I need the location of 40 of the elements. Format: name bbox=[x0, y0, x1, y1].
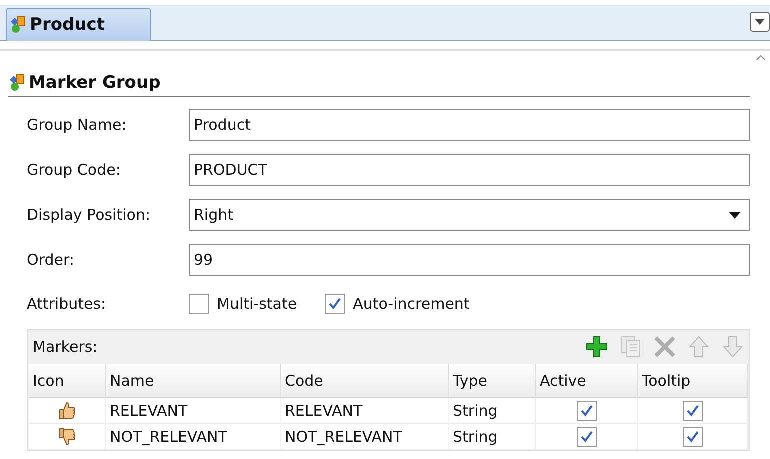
field-label: Attributes: bbox=[27, 295, 108, 313]
column-header[interactable]: Icon bbox=[29, 364, 106, 398]
field-label: Group Code: bbox=[27, 161, 122, 179]
caret-icon bbox=[755, 19, 765, 25]
checkbox[interactable] bbox=[325, 294, 346, 314]
checkbox-label: Auto-increment bbox=[353, 295, 470, 313]
checkbox[interactable] bbox=[682, 426, 702, 446]
input-field[interactable]: 99 bbox=[189, 244, 750, 276]
field-label: Group Name: bbox=[27, 116, 128, 134]
input-field[interactable]: PRODUCT bbox=[189, 154, 750, 186]
checkbox-label: Multi-state bbox=[217, 295, 298, 313]
column-header[interactable]: Type bbox=[449, 364, 536, 398]
thumbs-down-icon bbox=[57, 426, 77, 446]
dropdown-arrow-icon bbox=[729, 212, 741, 218]
checkbox[interactable] bbox=[576, 400, 596, 420]
view-menu-button[interactable] bbox=[750, 12, 770, 32]
table-cell: NOT_RELEVANT bbox=[106, 424, 281, 450]
field-label: Display Position: bbox=[27, 206, 152, 224]
thumbs-up-icon bbox=[57, 400, 77, 420]
dropdown-field[interactable]: Right bbox=[189, 199, 750, 231]
cubes-icon bbox=[9, 16, 27, 34]
table-cell: String bbox=[449, 398, 536, 424]
table-cell: String bbox=[449, 424, 536, 450]
column-header[interactable]: Active bbox=[536, 364, 638, 398]
column-header[interactable]: Code bbox=[281, 364, 449, 398]
checkbox[interactable] bbox=[189, 294, 209, 314]
table-cell: RELEVANT bbox=[106, 398, 281, 424]
product-tab[interactable]: Product bbox=[6, 8, 151, 41]
add-icon[interactable] bbox=[585, 335, 609, 359]
table-cell: NOT_RELEVANT bbox=[281, 424, 449, 450]
cubes-icon bbox=[8, 74, 26, 92]
section-title: Marker Group bbox=[29, 73, 161, 93]
column-header[interactable]: Tooltip bbox=[638, 364, 748, 398]
table-cell: RELEVANT bbox=[281, 398, 449, 424]
field-label: Order: bbox=[27, 251, 76, 269]
markers-title: Markers: bbox=[33, 338, 98, 356]
input-field[interactable]: Product bbox=[189, 109, 750, 141]
column-header[interactable]: Name bbox=[106, 364, 281, 398]
checkbox[interactable] bbox=[682, 400, 702, 420]
checkbox[interactable] bbox=[576, 426, 596, 446]
